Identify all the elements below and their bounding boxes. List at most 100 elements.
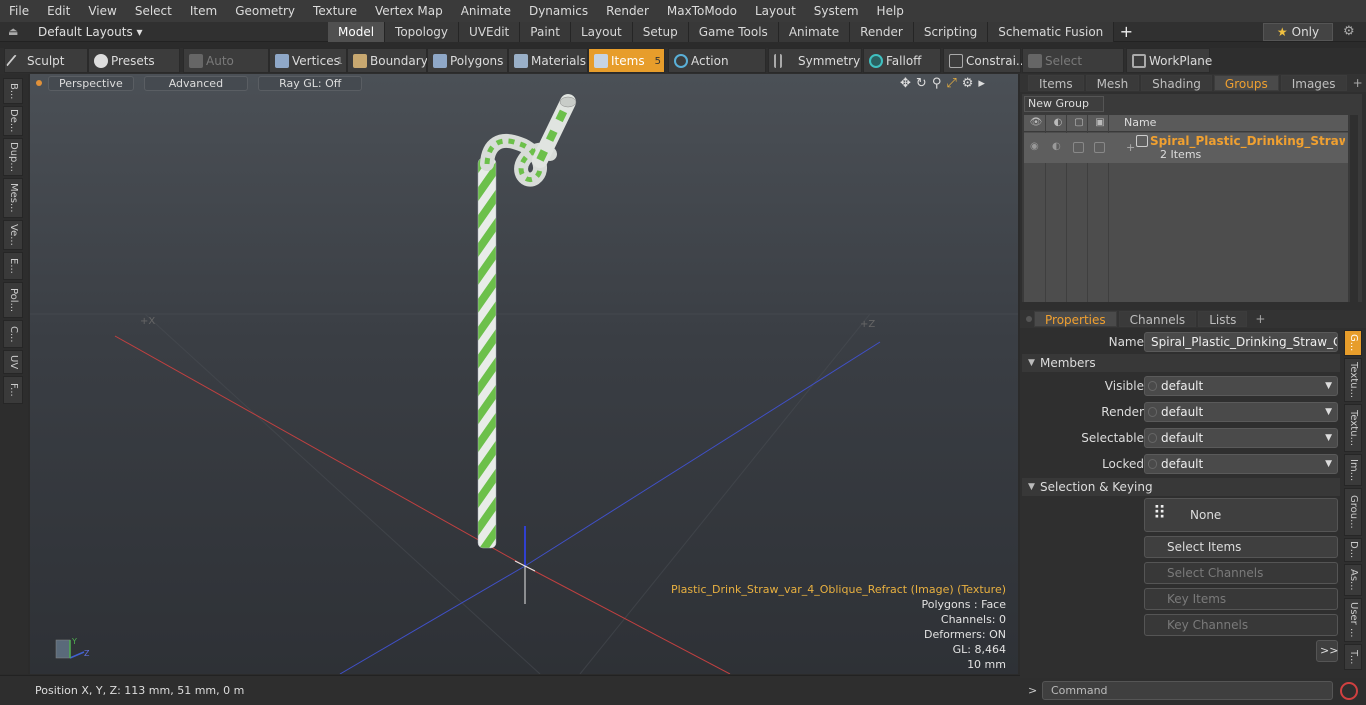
left-tab-fusion[interactable]: F...: [3, 376, 23, 404]
menu-help[interactable]: Help: [868, 0, 913, 22]
right-tab-group[interactable]: G...: [1344, 330, 1362, 356]
zoom-view-icon[interactable]: ⚲: [932, 76, 942, 91]
menu-select[interactable]: Select: [126, 0, 181, 22]
boundary-button[interactable]: Boundary: [347, 48, 428, 73]
tab-lists[interactable]: Lists: [1198, 311, 1248, 327]
left-tab-duplicate[interactable]: Dup...: [3, 138, 23, 176]
key-channels-button[interactable]: Key Channels: [1144, 614, 1338, 636]
tab-items[interactable]: Items: [1028, 75, 1084, 91]
tab-channels[interactable]: Channels: [1118, 311, 1197, 327]
left-tab-curve[interactable]: C...: [3, 320, 23, 348]
materials-button[interactable]: Materials: [508, 48, 588, 73]
right-tab-texture-2[interactable]: Textu...: [1344, 404, 1362, 452]
members-section[interactable]: ▼ Members: [1022, 354, 1340, 372]
properties-menu-dot[interactable]: [1026, 316, 1032, 322]
auto-select-button[interactable]: Auto Select: [183, 48, 269, 93]
viewport-settings-icon[interactable]: ⚙: [962, 76, 974, 91]
tab-setup[interactable]: Setup: [632, 22, 689, 42]
new-group-button[interactable]: New Group: [1024, 96, 1104, 112]
menu-edit[interactable]: Edit: [38, 0, 79, 22]
none-button[interactable]: ⠿ None: [1144, 498, 1338, 532]
tab-groups[interactable]: Groups: [1213, 75, 1279, 91]
locked-dropdown[interactable]: default ▼: [1144, 454, 1338, 474]
record-macro-icon[interactable]: [1340, 682, 1358, 700]
right-tab-user[interactable]: User ...: [1344, 598, 1362, 642]
row-visibility-icon[interactable]: ◉: [1030, 141, 1039, 152]
raygl-button[interactable]: Ray GL: Off: [258, 75, 363, 91]
tab-schematic-fusion[interactable]: Schematic Fusion: [988, 22, 1115, 42]
lock-column-icon[interactable]: ▢: [1072, 117, 1086, 129]
tab-paint[interactable]: Paint: [520, 22, 571, 42]
right-tab-group-2[interactable]: Grou...: [1344, 488, 1362, 536]
tab-render[interactable]: Render: [850, 22, 914, 42]
menu-texture[interactable]: Texture: [304, 0, 366, 22]
action-center-button[interactable]: Action Center: [668, 48, 766, 93]
row-render-icon[interactable]: ◐: [1052, 141, 1061, 152]
render-column-icon[interactable]: ◐: [1051, 117, 1065, 129]
selectable-dropdown[interactable]: default ▼: [1144, 428, 1338, 448]
left-tab-mesh[interactable]: Mes...: [3, 178, 23, 218]
add-properties-tab-icon[interactable]: +: [1255, 312, 1265, 326]
visibility-column-icon[interactable]: 👁: [1029, 117, 1043, 129]
layout-dropdown[interactable]: Default Layouts ▾: [38, 22, 143, 42]
select-channels-button[interactable]: Select Channels: [1144, 562, 1338, 584]
falloff-button[interactable]: Falloff: [863, 48, 941, 73]
right-tab-texture-1[interactable]: Textu...: [1344, 358, 1362, 402]
menu-layout[interactable]: Layout: [746, 0, 805, 22]
groups-scrollbar[interactable]: [1350, 115, 1358, 302]
vertices-button[interactable]: Vertices 1: [269, 48, 347, 73]
menu-render[interactable]: Render: [597, 0, 658, 22]
row-lock-checkbox[interactable]: [1073, 142, 1084, 153]
menu-vertex-map[interactable]: Vertex Map: [366, 0, 452, 22]
left-tab-polygon[interactable]: Pol...: [3, 282, 23, 318]
row-select-checkbox[interactable]: [1094, 142, 1105, 153]
menu-maxtomodo[interactable]: MaxToModo: [658, 0, 746, 22]
menu-animate[interactable]: Animate: [452, 0, 520, 22]
move-view-icon[interactable]: ✥: [900, 76, 911, 91]
symmetry-button[interactable]: Symmetry: [768, 48, 862, 73]
sculpt-button[interactable]: Sculpt: [4, 48, 88, 73]
constraints-button[interactable]: Constrai...: [943, 48, 1027, 73]
presets-button[interactable]: Presets: [88, 48, 180, 73]
key-items-button[interactable]: Key Items: [1144, 588, 1338, 610]
add-tab-button[interactable]: +: [1114, 22, 1138, 42]
tab-scripting[interactable]: Scripting: [913, 22, 989, 42]
visible-dropdown[interactable]: default ▼: [1144, 376, 1338, 396]
tab-model[interactable]: Model: [328, 22, 386, 42]
shading-mode-button[interactable]: Advanced: [143, 75, 249, 91]
tab-uvedit[interactable]: UVEdit: [459, 22, 521, 42]
left-tab-b[interactable]: B...: [3, 78, 23, 104]
select-through-button[interactable]: Select Through: [1022, 48, 1124, 93]
group-row[interactable]: ◉ ◐ + Spiral_Plastic_Drinking_Straw_ ...…: [1024, 133, 1348, 163]
only-toggle[interactable]: ★ Only: [1263, 23, 1333, 41]
right-tab-d[interactable]: D...: [1344, 538, 1362, 562]
group-name[interactable]: Spiral_Plastic_Drinking_Straw_ ...: [1150, 134, 1345, 148]
maximize-view-icon[interactable]: ⤢: [946, 76, 956, 91]
render-dropdown[interactable]: default ▼: [1144, 402, 1338, 422]
left-tab-deform[interactable]: De...: [3, 106, 23, 136]
select-items-button[interactable]: Select Items: [1144, 536, 1338, 558]
tab-shading[interactable]: Shading: [1141, 75, 1212, 91]
menu-item[interactable]: Item: [181, 0, 226, 22]
gear-icon[interactable]: ⚙: [1343, 24, 1355, 39]
menu-geometry[interactable]: Geometry: [226, 0, 304, 22]
view-mode-button[interactable]: Perspective: [48, 75, 134, 91]
menu-file[interactable]: File: [0, 0, 38, 22]
rotate-view-icon[interactable]: ↻: [916, 76, 927, 91]
viewport-expand-icon[interactable]: ▸: [978, 76, 985, 91]
viewport-menu-dot[interactable]: [36, 80, 42, 86]
right-tab-t[interactable]: T...: [1344, 644, 1362, 670]
expand-group-icon[interactable]: +: [1126, 141, 1135, 154]
3d-viewport[interactable]: +X +Z Y Z Perspective Advanced Ray GL: O…: [30, 74, 1018, 674]
left-tab-uv[interactable]: UV: [3, 350, 23, 374]
workplane-button[interactable]: WorkPlane: [1126, 48, 1212, 73]
tab-topology[interactable]: Topology: [385, 22, 460, 42]
select-column-icon[interactable]: ▣: [1093, 117, 1107, 129]
name-field[interactable]: Spiral_Plastic_Drinking_Straw_Green (: [1144, 332, 1338, 352]
tab-properties[interactable]: Properties: [1034, 311, 1117, 327]
left-tab-vertex[interactable]: Ve...: [3, 220, 23, 250]
selection-keying-section[interactable]: ▼ Selection & Keying: [1022, 478, 1340, 496]
more-button[interactable]: >>: [1316, 640, 1338, 662]
tab-images[interactable]: Images: [1280, 75, 1347, 91]
tab-animate[interactable]: Animate: [778, 22, 851, 42]
